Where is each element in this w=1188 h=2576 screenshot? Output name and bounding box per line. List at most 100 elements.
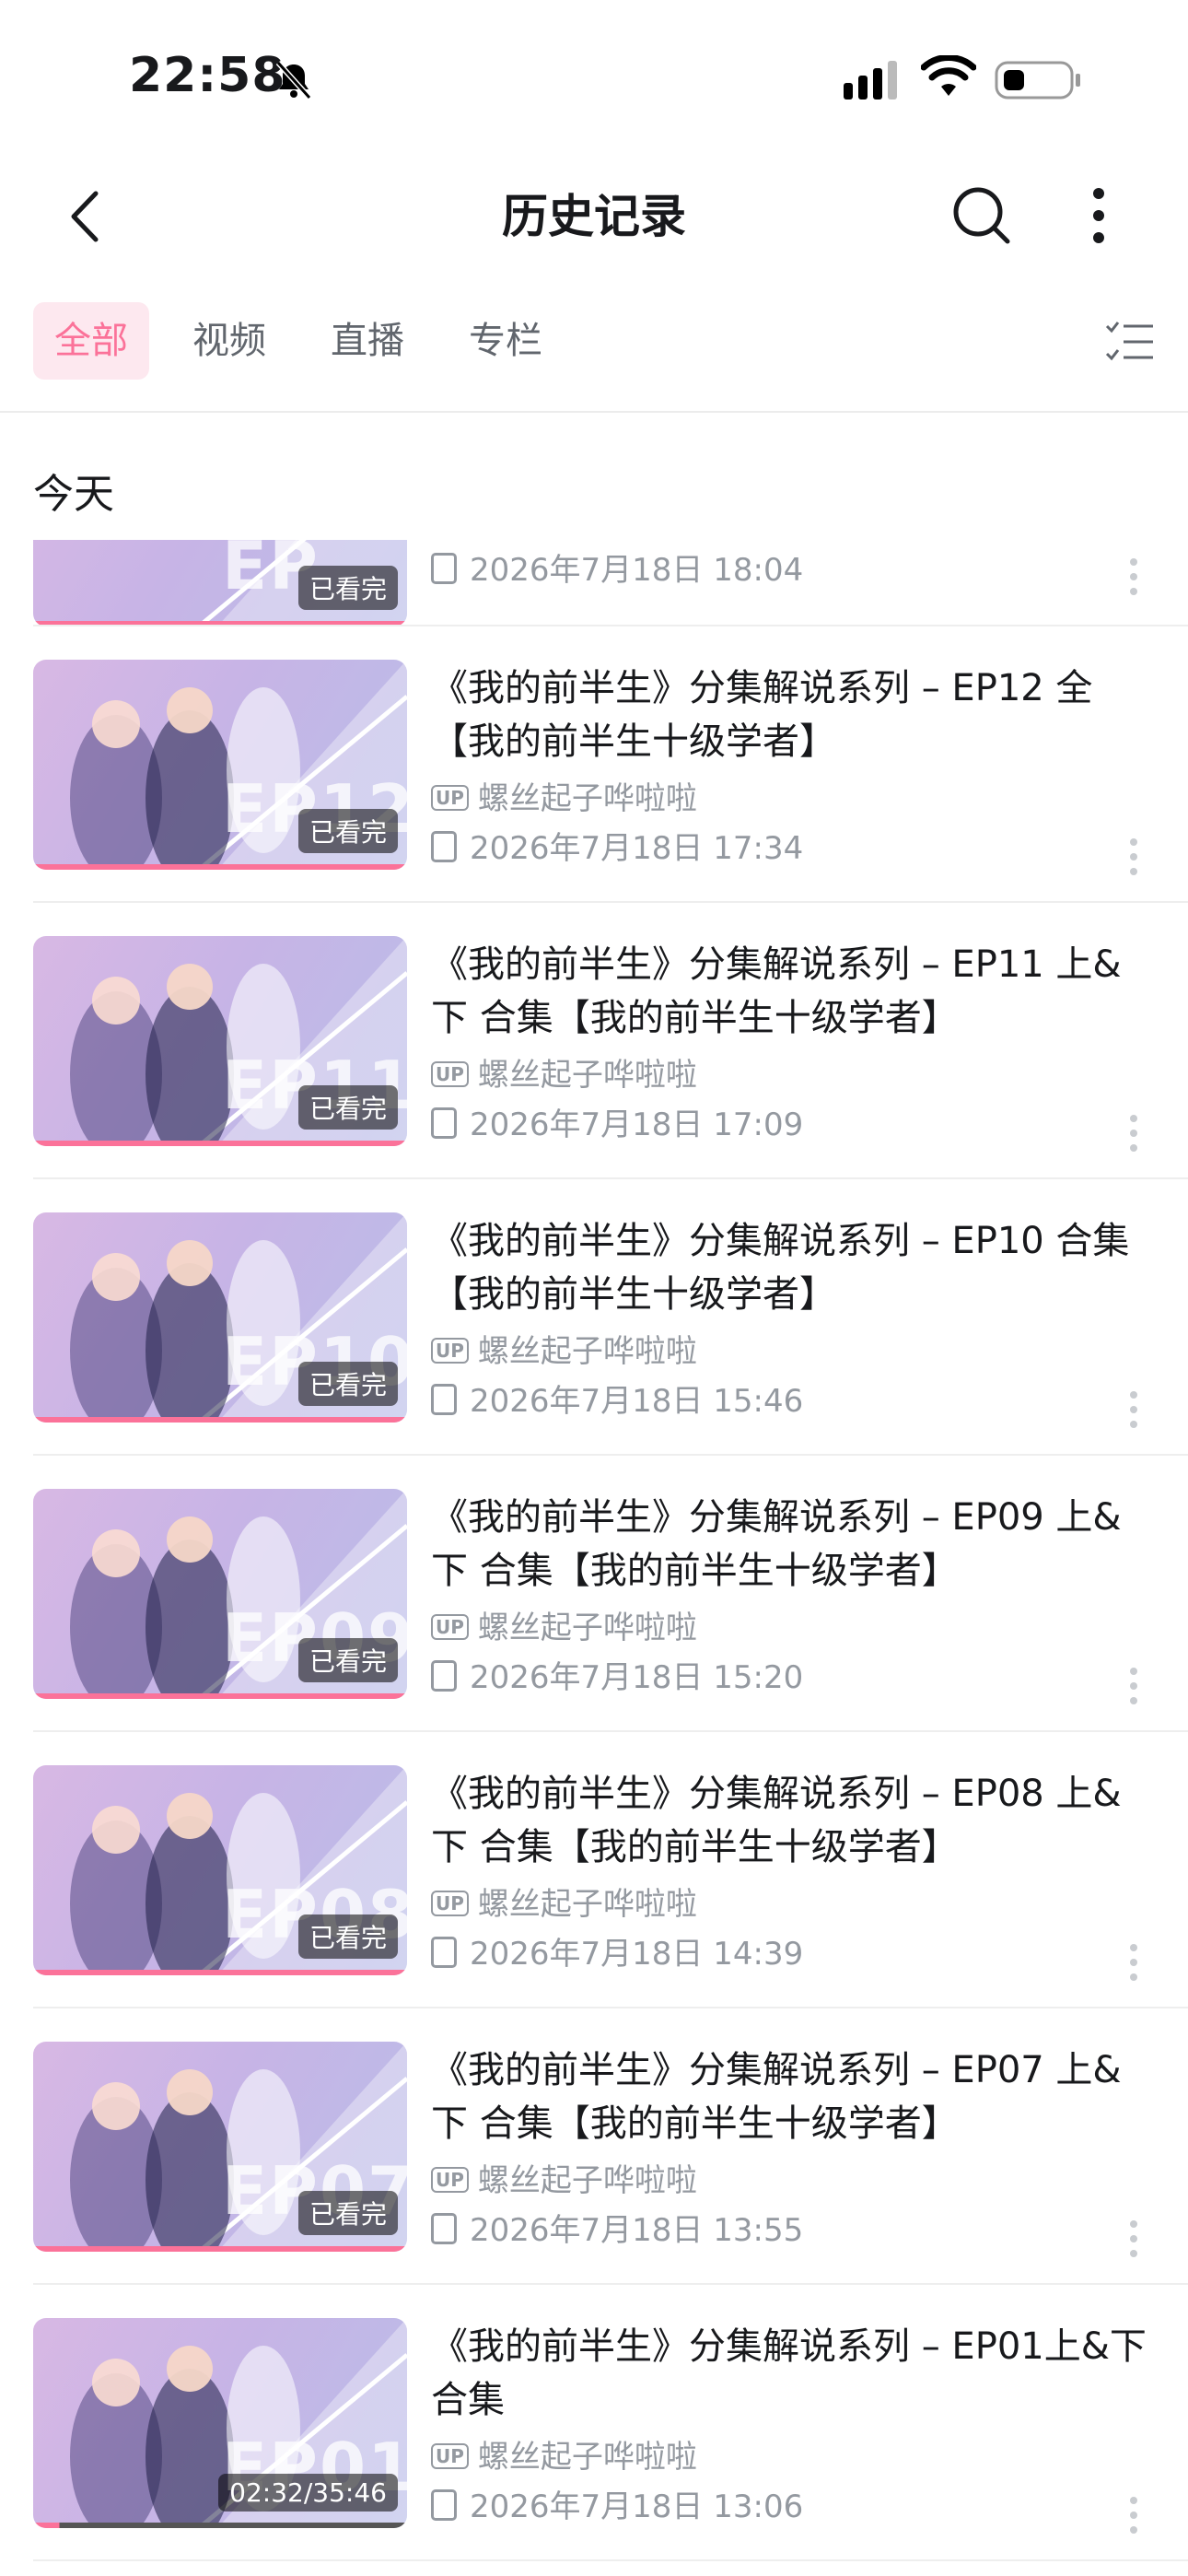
device-phone-icon: [431, 1107, 457, 1139]
uploader: UP 螺丝起子哗啦啦: [431, 1054, 697, 1096]
bell-muted-icon: [275, 60, 312, 100]
device-phone-icon: [431, 1384, 457, 1415]
up-tag-icon: UP: [431, 2443, 469, 2469]
history-item[interactable]: EP09 已看完 《我的前半生》分集解说系列 – EP09 上&下 合集【我的前…: [0, 1456, 1188, 1732]
more-options-icon[interactable]: [1077, 179, 1120, 252]
item-more-icon[interactable]: [1120, 829, 1147, 884]
video-thumbnail: EP09 已看完: [33, 1489, 407, 1699]
watch-time: 2026年7月18日 13:55: [431, 2209, 803, 2252]
watch-time: 2026年7月18日 15:46: [431, 1380, 803, 1423]
watched-badge: 已看完: [297, 1362, 398, 1406]
video-title: 《我的前半生》分集解说系列 – EP08 上&下 合集【我的前半生十级学者】: [431, 1773, 1122, 1868]
item-more-icon[interactable]: [1120, 2211, 1147, 2266]
item-more-icon[interactable]: [1120, 549, 1147, 604]
watched-badge: 已看完: [297, 1914, 398, 1959]
cellular-signal-icon: [844, 61, 897, 100]
device-phone-icon: [431, 1660, 457, 1692]
video-thumbnail: EP12 已看完: [33, 660, 407, 870]
watched-badge: 已看完: [297, 809, 398, 853]
item-more-icon[interactable]: [1120, 1106, 1147, 1161]
watch-time: 2026年7月18日 14:39: [431, 1933, 803, 1975]
video-thumbnail: EP 已看完: [33, 540, 407, 626]
watched-badge: 已看完: [297, 1085, 398, 1130]
item-more-icon[interactable]: [1120, 1935, 1147, 1990]
filter-tabs: 全部 视频 直播 专栏: [0, 297, 1188, 413]
progress-bar: [33, 1417, 407, 1423]
battery-icon: [995, 61, 1080, 100]
history-item[interactable]: EP08 已看完 《我的前半生》分集解说系列 – EP08 上&下 合集【我的前…: [0, 1732, 1188, 2008]
watch-time: 2026年7月18日 13:06: [431, 2486, 803, 2528]
progress-bar: [33, 1693, 407, 1699]
video-thumbnail: EP10 已看完: [33, 1212, 407, 1423]
progress-bar: [33, 2246, 407, 2252]
uploader-name[interactable]: 螺丝起子哗啦啦: [478, 2162, 697, 2199]
history-item[interactable]: EP12 已看完 《我的前半生》分集解说系列 – EP12 全【我的前半生十级学…: [0, 626, 1188, 903]
video-title: 《我的前半生》分集解说系列 – EP07 上&下 合集【我的前半生十级学者】: [431, 2049, 1122, 2145]
progress-time-badge: 02:32/35:46: [218, 2474, 398, 2512]
uploader: UP 螺丝起子哗啦啦: [431, 1607, 697, 1649]
up-tag-icon: UP: [431, 1614, 469, 1640]
uploader: UP 螺丝起子哗啦啦: [431, 778, 697, 820]
watch-time: 2026年7月18日 17:09: [431, 1104, 803, 1146]
progress-bar: [33, 1970, 407, 1975]
tab-all[interactable]: 全部: [33, 302, 149, 380]
watched-badge: 已看完: [297, 2191, 398, 2235]
device-phone-icon: [431, 2213, 457, 2244]
item-more-icon[interactable]: [1120, 2488, 1147, 2543]
edit-list-icon[interactable]: [1105, 317, 1155, 367]
video-thumbnail: EP11 已看完: [33, 936, 407, 1146]
uploader: UP 螺丝起子哗啦啦: [431, 1883, 697, 1926]
uploader-name[interactable]: 螺丝起子哗啦啦: [478, 1057, 697, 1094]
video-thumbnail: EP07 已看完: [33, 2042, 407, 2252]
tab-video[interactable]: 视频: [171, 302, 287, 380]
status-time: 22:58: [129, 48, 286, 103]
nav-bar: 历史记录: [0, 157, 1188, 276]
uploader-name[interactable]: 螺丝起子哗啦啦: [478, 1886, 697, 1923]
video-thumbnail: EP01 02:32/35:46: [33, 2318, 407, 2528]
tab-column[interactable]: 专栏: [448, 302, 564, 380]
device-phone-icon: [431, 553, 457, 584]
video-title: 《我的前半生》分集解说系列 – EP01上&下 合集: [431, 2325, 1147, 2421]
video-thumbnail: EP08 已看完: [33, 1765, 407, 1975]
tab-live[interactable]: 直播: [309, 302, 425, 380]
uploader: UP 螺丝起子哗啦啦: [431, 2436, 697, 2478]
divider: [33, 2559, 1188, 2561]
history-item[interactable]: EP10 已看完 《我的前半生》分集解说系列 – EP10 合集【我的前半生十级…: [0, 1179, 1188, 1456]
progress-bar: [33, 864, 407, 870]
wifi-icon: [921, 55, 976, 96]
uploader: UP 螺丝起子哗啦啦: [431, 2160, 697, 2202]
watched-badge: 已看完: [297, 566, 398, 610]
video-title: 《我的前半生》分集解说系列 – EP10 合集【我的前半生十级学者】: [431, 1220, 1130, 1316]
history-item[interactable]: EP11 已看完 《我的前半生》分集解说系列 – EP11 上&下 合集【我的前…: [0, 903, 1188, 1179]
uploader-name[interactable]: 螺丝起子哗啦啦: [478, 780, 697, 817]
video-title: 《我的前半生》分集解说系列 – EP11 上&下 合集【我的前半生十级学者】: [431, 943, 1122, 1039]
video-title: 《我的前半生》分集解说系列 – EP12 全【我的前半生十级学者】: [431, 667, 1093, 763]
progress-bar: [33, 1141, 407, 1146]
status-bar: 22:58: [0, 0, 1188, 157]
uploader-name[interactable]: 螺丝起子哗啦啦: [478, 1610, 697, 1646]
progress-bar: [33, 2523, 407, 2528]
watch-time: 2026年7月18日 15:20: [431, 1657, 803, 1699]
watch-time: 2026年7月18日 17:34: [431, 827, 803, 870]
uploader: UP 螺丝起子哗啦啦: [431, 1330, 697, 1373]
video-title: 《我的前半生》分集解说系列 – EP09 上&下 合集【我的前半生十级学者】: [431, 1496, 1122, 1592]
up-tag-icon: UP: [431, 2167, 469, 2193]
search-icon[interactable]: [949, 179, 1013, 252]
device-phone-icon: [431, 2489, 457, 2521]
up-tag-icon: UP: [431, 1338, 469, 1364]
device-phone-icon: [431, 831, 457, 862]
watched-badge: 已看完: [297, 1638, 398, 1682]
watch-time: 2026年7月18日 18:04: [431, 549, 803, 591]
up-tag-icon: UP: [431, 1061, 469, 1087]
item-more-icon[interactable]: [1120, 1658, 1147, 1714]
section-today: 今天: [33, 471, 114, 518]
history-item[interactable]: EP07 已看完 《我的前半生》分集解说系列 – EP07 上&下 合集【我的前…: [0, 2008, 1188, 2285]
history-item[interactable]: EP01 02:32/35:46 《我的前半生》分集解说系列 – EP01上&下…: [0, 2285, 1188, 2561]
uploader-name[interactable]: 螺丝起子哗啦啦: [478, 2439, 697, 2476]
uploader-name[interactable]: 螺丝起子哗啦啦: [478, 1333, 697, 1370]
up-tag-icon: UP: [431, 785, 469, 811]
up-tag-icon: UP: [431, 1891, 469, 1916]
history-item-partial[interactable]: EP 已看完 2026年7月18日 18:04: [0, 540, 1188, 626]
item-more-icon[interactable]: [1120, 1382, 1147, 1437]
device-phone-icon: [431, 1937, 457, 1968]
